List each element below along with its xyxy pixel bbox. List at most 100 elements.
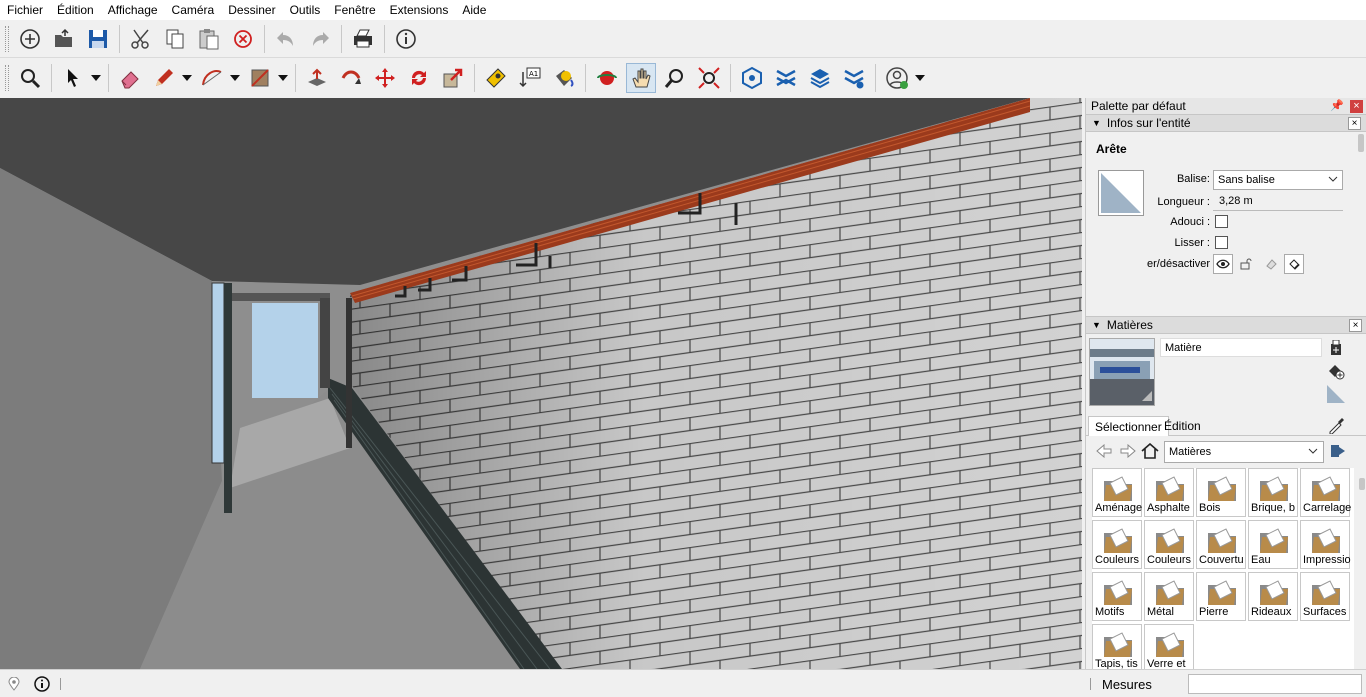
material-folder-item[interactable]: Bois	[1196, 468, 1246, 517]
eyedropper-button[interactable]	[1326, 414, 1346, 437]
extension-warehouse-button[interactable]	[771, 63, 801, 93]
forward-button[interactable]	[1118, 441, 1138, 461]
material-folder-item[interactable]: Eau	[1248, 520, 1298, 569]
arc-dropdown[interactable]	[229, 63, 241, 93]
extension-manager-button[interactable]	[839, 63, 869, 93]
add-to-model-button[interactable]	[1326, 361, 1346, 381]
line-tool-button[interactable]	[149, 63, 179, 93]
zoom-extents-button[interactable]	[694, 63, 724, 93]
toolbar-grip[interactable]	[5, 25, 9, 52]
materials-scrollbar[interactable]	[1359, 478, 1365, 490]
pin-icon[interactable]: 📌	[1330, 99, 1344, 112]
length-field[interactable]: 3,28 m	[1213, 193, 1343, 211]
warehouse-button[interactable]	[737, 63, 767, 93]
print-button[interactable]	[348, 24, 378, 54]
zoom-tool-button[interactable]	[660, 63, 690, 93]
account-button[interactable]	[882, 63, 912, 93]
select-tool-button[interactable]	[58, 63, 88, 93]
menu-view[interactable]: Affichage	[101, 0, 165, 20]
zoom-extents-search-button[interactable]	[15, 63, 45, 93]
rectangle-dropdown[interactable]	[277, 63, 289, 93]
entity-info-header[interactable]: ▼ Infos sur l'entité ×	[1086, 114, 1366, 132]
erase-button[interactable]	[228, 24, 258, 54]
material-folder-item[interactable]: Brique, b	[1248, 468, 1298, 517]
default-material-button[interactable]	[1326, 384, 1346, 404]
visibility-toggle[interactable]	[1213, 254, 1233, 274]
material-thumbnail[interactable]	[1089, 338, 1155, 406]
smooth-checkbox[interactable]	[1215, 236, 1228, 249]
move-tool-button[interactable]	[370, 63, 400, 93]
entity-material-swatch[interactable]	[1098, 170, 1144, 216]
entity-info-close-button[interactable]: ×	[1348, 117, 1361, 130]
measures-input[interactable]	[1188, 674, 1362, 694]
material-folder-item[interactable]: Verre et	[1144, 624, 1194, 669]
redo-button[interactable]	[305, 24, 335, 54]
material-folder-item[interactable]: Motifs	[1092, 572, 1142, 621]
toolbar-grip[interactable]	[5, 65, 9, 91]
line-dropdown[interactable]	[181, 63, 193, 93]
material-folder-item[interactable]: Rideaux	[1248, 572, 1298, 621]
material-name-field[interactable]: Matière	[1160, 338, 1322, 357]
materials-close-button[interactable]: ×	[1349, 319, 1362, 332]
menu-extensions[interactable]: Extensions	[383, 0, 456, 20]
tag-select[interactable]: Sans balise	[1213, 170, 1343, 190]
tray-scrollbar[interactable]	[1358, 134, 1364, 152]
account-dropdown[interactable]	[914, 63, 926, 93]
material-folder-item[interactable]: Carrelage	[1300, 468, 1351, 517]
model-info-button[interactable]	[391, 24, 421, 54]
back-button[interactable]	[1094, 441, 1114, 461]
rotate-tool-button[interactable]	[404, 63, 434, 93]
follow-me-tool-button[interactable]	[336, 63, 366, 93]
material-folder-item[interactable]: Tapis, tis	[1092, 624, 1142, 669]
menu-draw[interactable]: Dessiner	[221, 0, 282, 20]
create-material-button[interactable]	[1326, 338, 1346, 358]
menu-edit[interactable]: Édition	[50, 0, 101, 20]
shadow-cast-toggle[interactable]	[1261, 254, 1281, 274]
material-folder-item[interactable]: Surfaces	[1300, 572, 1350, 621]
material-folder-item[interactable]: Couleurs	[1092, 520, 1142, 569]
menu-help[interactable]: Aide	[455, 0, 493, 20]
eraser-tool-button[interactable]	[115, 63, 145, 93]
material-folder-item[interactable]: Aménage	[1092, 468, 1142, 517]
cut-button[interactable]	[126, 24, 156, 54]
menu-tools[interactable]: Outils	[283, 0, 328, 20]
tab-select[interactable]: Sélectionner	[1088, 416, 1169, 436]
details-button[interactable]	[1328, 441, 1348, 461]
menu-file[interactable]: Fichier	[0, 0, 50, 20]
geolocation-button[interactable]	[6, 676, 22, 692]
open-button[interactable]	[49, 24, 79, 54]
pan-tool-button[interactable]	[626, 63, 656, 93]
shadow-receive-toggle[interactable]	[1284, 254, 1304, 274]
paste-button[interactable]	[194, 24, 224, 54]
tab-edit[interactable]: Édition	[1158, 416, 1207, 436]
arc-tool-button[interactable]	[197, 63, 227, 93]
rectangle-tool-button[interactable]	[245, 63, 275, 93]
lock-toggle[interactable]	[1236, 254, 1256, 274]
layers-upload-button[interactable]	[805, 63, 835, 93]
save-button[interactable]	[83, 24, 113, 54]
material-folder-item[interactable]: Métal	[1144, 572, 1194, 621]
new-button[interactable]	[15, 24, 45, 54]
tray-close-button[interactable]: ×	[1350, 100, 1363, 113]
home-button[interactable]	[1140, 441, 1160, 461]
category-select[interactable]: Matières	[1164, 441, 1324, 463]
material-folder-item[interactable]: Asphalte	[1144, 468, 1194, 517]
text-tool-button[interactable]: A1	[515, 63, 545, 93]
select-dropdown[interactable]	[90, 63, 102, 93]
material-folder-item[interactable]: Couvertu	[1196, 520, 1246, 569]
materials-header[interactable]: ▼ Matières ×	[1086, 316, 1366, 334]
scale-tool-button[interactable]	[438, 63, 468, 93]
paint-bucket-tool-button[interactable]	[549, 63, 579, 93]
material-folder-item[interactable]: Impressio	[1300, 520, 1351, 569]
soft-checkbox[interactable]	[1215, 215, 1228, 228]
status-info-button[interactable]	[34, 676, 50, 692]
modeling-viewport[interactable]	[0, 98, 1082, 669]
menu-window[interactable]: Fenêtre	[327, 0, 382, 20]
material-folder-item[interactable]: Pierre	[1196, 572, 1246, 621]
undo-button[interactable]	[271, 24, 301, 54]
tape-measure-tool-button[interactable]	[481, 63, 511, 93]
push-pull-tool-button[interactable]	[302, 63, 332, 93]
material-folder-item[interactable]: Couleurs	[1144, 520, 1194, 569]
copy-button[interactable]	[160, 24, 190, 54]
menu-camera[interactable]: Caméra	[165, 0, 222, 20]
